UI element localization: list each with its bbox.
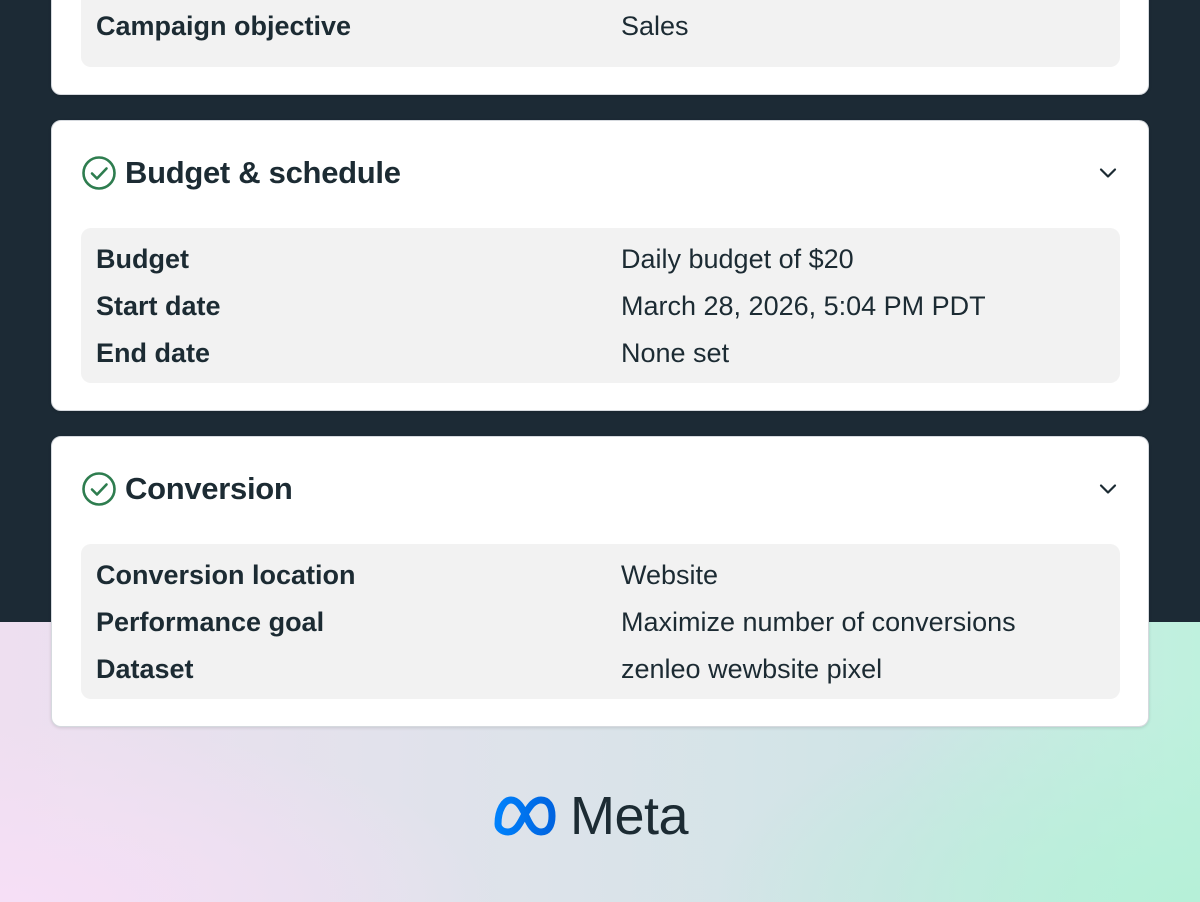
conversion-header[interactable]: Conversion <box>81 471 1120 507</box>
meta-infinity-icon <box>494 796 556 836</box>
budget-schedule-card: Budget & schedule Budget Daily budget of… <box>51 120 1149 411</box>
detail-row-end-date: End date None set <box>81 338 1120 378</box>
detail-label: Start date <box>96 291 221 321</box>
meta-logo: Meta <box>492 786 689 846</box>
check-circle-icon <box>82 156 116 190</box>
detail-row-budget: Budget Daily budget of $20 <box>81 244 1120 284</box>
campaign-card: Campaign objective Sales <box>51 0 1149 95</box>
detail-value: March 28, 2026, 5:04 PM PDT <box>621 291 986 321</box>
budget-details-panel: Budget Daily budget of $20 Start date Ma… <box>81 228 1120 383</box>
detail-label: Campaign objective <box>96 11 352 41</box>
section-title: Budget & schedule <box>125 155 401 190</box>
detail-row-performance-goal: Performance goal Maximize number of conv… <box>81 607 1120 647</box>
detail-label: Performance goal <box>96 607 325 637</box>
detail-row-dataset: Dataset zenleo wewbsite pixel <box>81 654 1120 694</box>
detail-value: None set <box>621 338 730 368</box>
detail-label: Dataset <box>96 654 194 684</box>
detail-value: Maximize number of conversions <box>621 607 1016 637</box>
detail-value: Daily budget of $20 <box>621 244 854 274</box>
detail-label: Conversion location <box>96 560 356 590</box>
detail-row-start-date: Start date March 28, 2026, 5:04 PM PDT <box>81 291 1120 331</box>
detail-row-campaign-objective: Campaign objective Sales <box>81 11 1120 51</box>
detail-value: Sales <box>621 11 689 41</box>
conversion-details-panel: Conversion location Website Performance … <box>81 544 1120 699</box>
detail-label: Budget <box>96 244 189 274</box>
conversion-card: Conversion Conversion location Website P… <box>51 436 1149 727</box>
detail-value: Website <box>621 560 719 590</box>
budget-schedule-header[interactable]: Budget & schedule <box>81 155 1120 191</box>
campaign-details-panel: Campaign objective Sales <box>81 0 1120 67</box>
check-circle-icon <box>82 472 116 506</box>
chevron-down-icon[interactable] <box>1096 477 1120 501</box>
meta-wordmark: Meta <box>570 786 689 846</box>
detail-value: zenleo wewbsite pixel <box>621 654 883 684</box>
chevron-down-icon[interactable] <box>1096 161 1120 185</box>
section-title: Conversion <box>125 471 293 506</box>
detail-row-conversion-location: Conversion location Website <box>81 560 1120 600</box>
detail-label: End date <box>96 338 211 368</box>
